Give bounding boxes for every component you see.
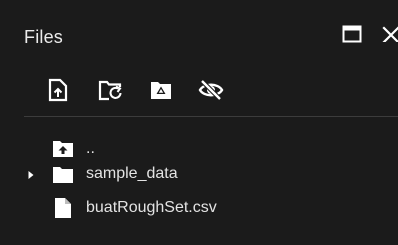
upload-file-icon [48, 78, 68, 102]
panel-title: Files [24, 27, 64, 47]
close-button[interactable] [382, 24, 398, 44]
tree-item-label: buatRoughSet.csv [86, 199, 217, 216]
tree-item-sample-data[interactable]: sample_data [0, 163, 260, 187]
mount-drive-button[interactable] [149, 78, 173, 102]
expand-window-icon [342, 25, 362, 43]
chevron-right-icon[interactable] [26, 170, 36, 180]
refresh-button[interactable] [97, 78, 125, 102]
tree-item-label: sample_data [86, 165, 178, 182]
toolbar-divider [24, 116, 398, 117]
file-icon [52, 197, 74, 219]
parent-directory-row[interactable]: .. [0, 138, 200, 162]
parent-directory-label: .. [86, 140, 95, 157]
close-icon [382, 26, 398, 42]
mount-drive-icon [151, 82, 171, 99]
expand-window-button[interactable] [342, 24, 362, 44]
folder-up-icon [52, 138, 74, 160]
refresh-folder-icon [98, 80, 122, 101]
folder-icon [52, 164, 74, 186]
upload-button[interactable] [46, 78, 70, 102]
files-panel: Files .. sample_data buatRoughSet.csv [0, 0, 398, 245]
hide-files-button[interactable] [197, 78, 225, 102]
tree-item-buatroughset-csv[interactable]: buatRoughSet.csv [0, 197, 300, 221]
hide-icon [198, 79, 224, 101]
